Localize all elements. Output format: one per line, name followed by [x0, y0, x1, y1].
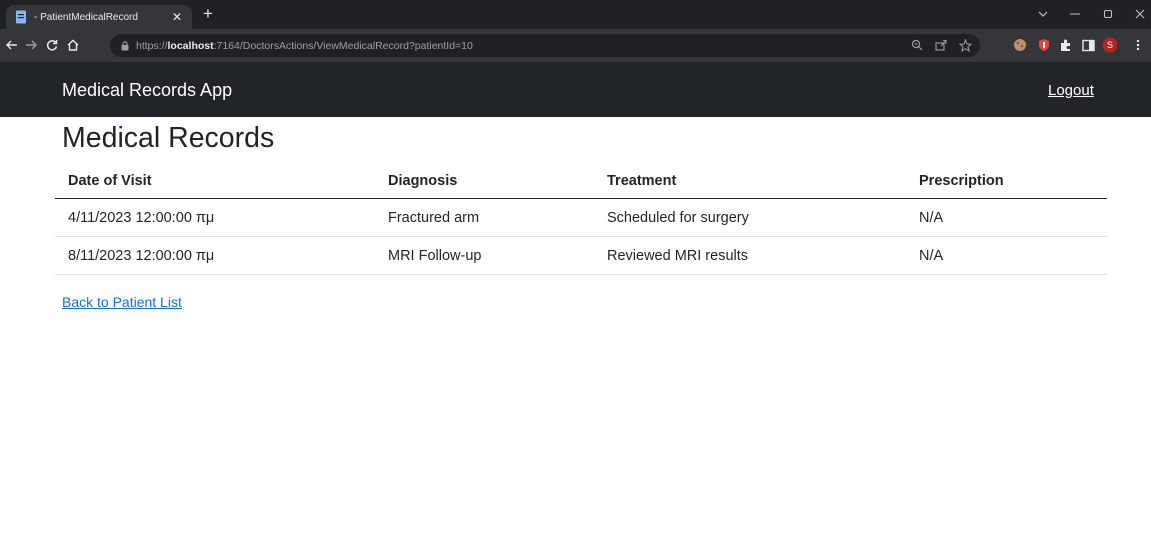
restore-icon[interactable] [1101, 5, 1115, 23]
extension-shield-icon[interactable] [1036, 37, 1052, 53]
table-row: 4/11/2023 12:00:00 πμ Fractured arm Sche… [55, 198, 1107, 237]
document-icon [14, 10, 28, 24]
table-row: 8/11/2023 12:00:00 πμ MRI Follow-up Revi… [55, 236, 1107, 275]
column-header-date: Date of Visit [55, 163, 375, 199]
page-title: Medical Records [62, 122, 275, 154]
address-bar[interactable]: https://localhost:7164/DoctorsActions/Vi… [110, 34, 980, 57]
extensions-puzzle-icon[interactable] [1058, 37, 1074, 53]
tab-search-icon[interactable] [1036, 5, 1050, 23]
column-header-diagnosis: Diagnosis [375, 163, 594, 199]
home-icon[interactable] [66, 36, 80, 54]
profile-avatar[interactable]: S [1102, 37, 1118, 53]
profile-initial: S [1106, 40, 1113, 50]
cell-diagnosis: MRI Follow-up [375, 236, 594, 275]
browser-toolbar: https://localhost:7164/DoctorsActions/Vi… [0, 29, 1151, 62]
back-arrow-icon[interactable] [5, 36, 19, 54]
navbar-brand[interactable]: Medical Records App [62, 80, 232, 101]
cell-treatment: Reviewed MRI results [594, 236, 906, 275]
url-host: localhost [167, 39, 214, 52]
cell-prescription: N/A [906, 198, 1107, 237]
browser-tab[interactable]: - PatientMedicalRecord ✕ [6, 5, 192, 29]
cell-date: 4/11/2023 12:00:00 πμ [55, 198, 375, 237]
reload-icon[interactable] [45, 36, 59, 54]
back-to-patient-list-link[interactable]: Back to Patient List [62, 294, 182, 310]
zoom-icon[interactable] [910, 38, 924, 52]
close-window-icon[interactable] [1133, 5, 1147, 23]
table-header-row: Date of Visit Diagnosis Treatment Prescr… [55, 163, 1107, 199]
share-icon[interactable] [934, 38, 948, 52]
cell-prescription: N/A [906, 236, 1107, 275]
medical-records-table: Date of Visit Diagnosis Treatment Prescr… [55, 163, 1107, 275]
new-tab-button[interactable]: + [203, 5, 213, 23]
side-panel-icon[interactable] [1080, 37, 1096, 53]
tab-close-icon[interactable]: ✕ [170, 10, 184, 24]
bookmark-star-icon[interactable] [958, 38, 972, 52]
cell-treatment: Scheduled for surgery [594, 198, 906, 237]
cell-date: 8/11/2023 12:00:00 πμ [55, 236, 375, 275]
logout-link[interactable]: Logout [1048, 82, 1094, 99]
url-scheme: https:// [136, 39, 168, 52]
app-navbar: Medical Records App Logout [0, 62, 1151, 117]
extension-cookie-icon[interactable] [1012, 37, 1028, 53]
url-path: :7164/DoctorsActions/ViewMedicalRecord?p… [213, 39, 473, 52]
cell-diagnosis: Fractured arm [375, 198, 594, 237]
minimize-icon[interactable] [1068, 5, 1082, 23]
url-text: https://localhost:7164/DoctorsActions/Vi… [136, 40, 473, 52]
lock-icon[interactable] [120, 40, 130, 51]
browser-tab-strip: - PatientMedicalRecord ✕ + [0, 0, 1151, 29]
column-header-treatment: Treatment [594, 163, 906, 199]
tab-title: - PatientMedicalRecord [34, 11, 138, 23]
column-header-prescription: Prescription [906, 163, 1107, 199]
forward-arrow-icon[interactable] [24, 36, 38, 54]
menu-kebab-icon[interactable] [1130, 37, 1146, 53]
